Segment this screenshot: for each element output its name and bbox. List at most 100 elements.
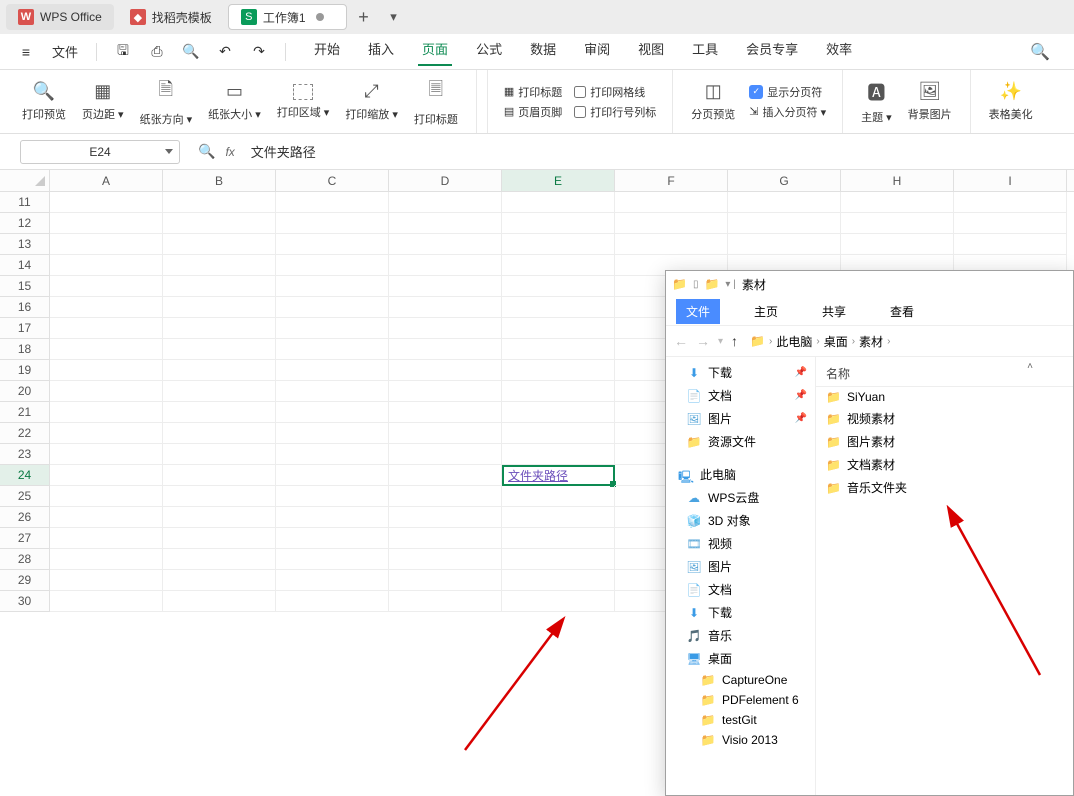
cell-E18[interactable]	[502, 339, 615, 360]
cell-E22[interactable]	[502, 423, 615, 444]
cell-B13[interactable]	[163, 234, 276, 255]
tree-item[interactable]: 📁Visio 2013	[666, 730, 815, 750]
print-preview-button[interactable]: 🔍打印预览	[14, 70, 74, 133]
cell-C17[interactable]	[276, 318, 389, 339]
col-header-B[interactable]: B	[163, 170, 276, 191]
tree-item[interactable]: 🎵音乐	[666, 624, 815, 647]
print-icon[interactable]: ⎙	[145, 40, 169, 64]
row-header-14[interactable]: 14	[0, 255, 50, 276]
row-header-11[interactable]: 11	[0, 192, 50, 213]
row-header-15[interactable]: 15	[0, 276, 50, 297]
cell-B16[interactable]	[163, 297, 276, 318]
menu-工具[interactable]: 工具	[688, 37, 722, 66]
row-header-29[interactable]: 29	[0, 570, 50, 591]
cell-B24[interactable]	[163, 465, 276, 486]
row-header-21[interactable]: 21	[0, 402, 50, 423]
nav-back-icon[interactable]: ←	[674, 333, 688, 349]
tree-item[interactable]: 🖥桌面	[666, 647, 815, 670]
row-header-18[interactable]: 18	[0, 339, 50, 360]
print-titles-button[interactable]: 🗏打印标题	[406, 70, 466, 133]
cell-C22[interactable]	[276, 423, 389, 444]
cell-E26[interactable]	[502, 507, 615, 528]
cell-G13[interactable]	[728, 234, 841, 255]
list-header-name[interactable]: 名称 ˄	[816, 363, 1073, 387]
cell-A11[interactable]	[50, 192, 163, 213]
print-title-option[interactable]: ▦打印标题	[504, 84, 562, 100]
tab-menu-button[interactable]: ▾	[381, 4, 407, 30]
cell-A16[interactable]	[50, 297, 163, 318]
cell-A12[interactable]	[50, 213, 163, 234]
menu-视图[interactable]: 视图	[634, 37, 668, 66]
list-item[interactable]: 📁图片素材	[816, 430, 1073, 453]
print-scale-button[interactable]: ⤢打印缩放 ▾	[337, 70, 406, 133]
col-header-D[interactable]: D	[389, 170, 502, 191]
cell-E27[interactable]	[502, 528, 615, 549]
menu-数据[interactable]: 数据	[526, 37, 560, 66]
cell-C20[interactable]	[276, 381, 389, 402]
cell-C26[interactable]	[276, 507, 389, 528]
menu-公式[interactable]: 公式	[472, 37, 506, 66]
cell-I12[interactable]	[954, 213, 1067, 234]
cell-D18[interactable]	[389, 339, 502, 360]
cell-B18[interactable]	[163, 339, 276, 360]
explorer-menu-view[interactable]: 查看	[880, 299, 924, 324]
cell-A21[interactable]	[50, 402, 163, 423]
list-item[interactable]: 📁视频素材	[816, 407, 1073, 430]
cell-B26[interactable]	[163, 507, 276, 528]
tab-workbook[interactable]: S 工作簿1	[228, 4, 347, 30]
cell-E11[interactable]	[502, 192, 615, 213]
tree-item[interactable]: 📁CaptureOne	[666, 670, 815, 690]
cell-B15[interactable]	[163, 276, 276, 297]
menu-页面[interactable]: 页面	[418, 37, 452, 66]
cell-C11[interactable]	[276, 192, 389, 213]
cell-D14[interactable]	[389, 255, 502, 276]
cell-A28[interactable]	[50, 549, 163, 570]
theme-button[interactable]: 🅰主题 ▾	[853, 70, 900, 133]
col-header-F[interactable]: F	[615, 170, 728, 191]
cell-D16[interactable]	[389, 297, 502, 318]
cell-C16[interactable]	[276, 297, 389, 318]
cell-D21[interactable]	[389, 402, 502, 423]
cell-E17[interactable]	[502, 318, 615, 339]
cell-D25[interactable]	[389, 486, 502, 507]
print-headers-checkbox[interactable]: 打印行号列标	[574, 104, 656, 120]
cell-D28[interactable]	[389, 549, 502, 570]
paper-size-button[interactable]: ▭纸张大小 ▾	[200, 70, 269, 133]
cell-D22[interactable]	[389, 423, 502, 444]
cell-C18[interactable]	[276, 339, 389, 360]
col-header-G[interactable]: G	[728, 170, 841, 191]
cell-C13[interactable]	[276, 234, 389, 255]
cell-E28[interactable]	[502, 549, 615, 570]
row-header-27[interactable]: 27	[0, 528, 50, 549]
cell-E25[interactable]	[502, 486, 615, 507]
cell-E12[interactable]	[502, 213, 615, 234]
cell-F13[interactable]	[615, 234, 728, 255]
col-header-C[interactable]: C	[276, 170, 389, 191]
cell-E20[interactable]	[502, 381, 615, 402]
cell-A30[interactable]	[50, 591, 163, 612]
explorer-menu-file[interactable]: 文件	[676, 299, 720, 324]
tree-this-pc[interactable]: 🖳此电脑	[666, 463, 815, 486]
menu-file[interactable]: 文件	[48, 40, 82, 63]
row-header-22[interactable]: 22	[0, 423, 50, 444]
cell-D27[interactable]	[389, 528, 502, 549]
cell-C19[interactable]	[276, 360, 389, 381]
cell-B27[interactable]	[163, 528, 276, 549]
col-header-E[interactable]: E	[502, 170, 615, 191]
breadcrumb[interactable]: 📁 › 此电脑› 桌面› 素材›	[750, 333, 890, 350]
cell-D15[interactable]	[389, 276, 502, 297]
margins-button[interactable]: ▦页边距 ▾	[74, 70, 132, 133]
tree-item[interactable]: 🖼图片	[666, 555, 815, 578]
cell-B19[interactable]	[163, 360, 276, 381]
nav-history-icon[interactable]: ▾	[718, 336, 723, 347]
insert-page-break-button[interactable]: ⇲插入分页符 ▾	[749, 104, 826, 120]
cell-A22[interactable]	[50, 423, 163, 444]
row-header-17[interactable]: 17	[0, 318, 50, 339]
cell-A18[interactable]	[50, 339, 163, 360]
col-header-I[interactable]: I	[954, 170, 1067, 191]
explorer-title-bar[interactable]: 📁 ▯ 📁 ▾ | 素材	[666, 271, 1073, 297]
tree-item[interactable]: 🧊3D 对象	[666, 509, 815, 532]
tree-item[interactable]: ⬇下载	[666, 601, 815, 624]
list-item[interactable]: 📁文档素材	[816, 453, 1073, 476]
tree-item[interactable]: 🖼图片📌	[666, 407, 815, 430]
